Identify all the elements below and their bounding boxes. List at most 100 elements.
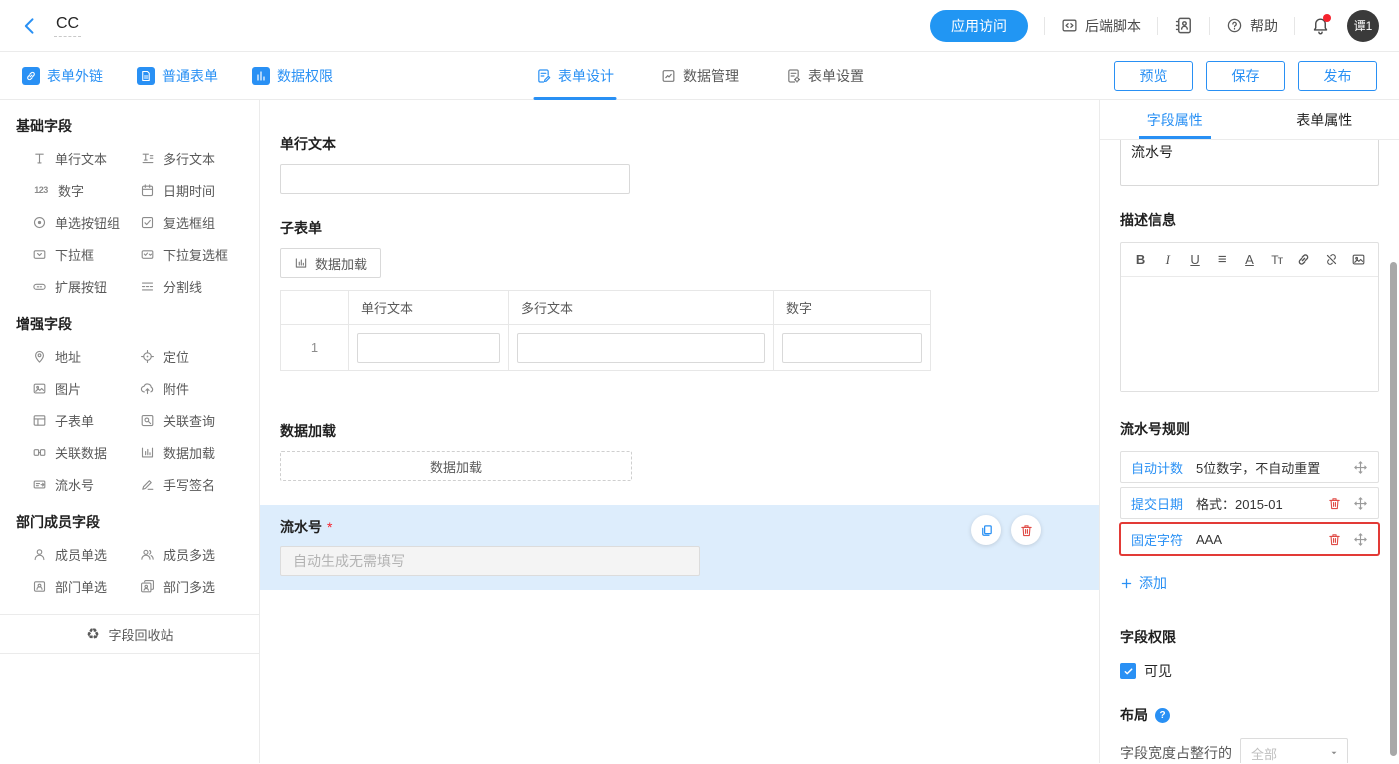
- sidebar-item-checkbox-group[interactable]: 复选框组: [140, 206, 259, 238]
- main-layout: 基础字段单行文本多行文本123数字日期时间单选按钮组复选框组下拉框下拉复选框扩展…: [0, 100, 1399, 763]
- notification-bell-icon[interactable]: [1311, 16, 1330, 35]
- sidebar-item-signature[interactable]: 手写签名: [140, 468, 259, 500]
- sidebar-item-number[interactable]: 123数字: [32, 174, 140, 206]
- unlink-icon[interactable]: [1321, 250, 1341, 270]
- field-subform[interactable]: 子表单 数据加载 单行文本 多行文本 数字 1: [280, 218, 1079, 371]
- rule-type-link[interactable]: 提交日期: [1131, 494, 1183, 513]
- data-permission-button[interactable]: 数据权限: [252, 66, 333, 86]
- description-label: 描述信息: [1120, 210, 1379, 230]
- tab-field-properties[interactable]: 字段属性: [1100, 100, 1250, 139]
- rule-row-fixed-chars-highlighted[interactable]: 固定字符 AAA: [1120, 523, 1379, 555]
- sidebar-item-radio-group[interactable]: 单选按钮组: [32, 206, 140, 238]
- sidebar-item-input-text[interactable]: 单行文本: [32, 142, 140, 174]
- trash-icon[interactable]: [1327, 496, 1342, 511]
- contacts-button[interactable]: [1174, 16, 1193, 35]
- layout-help-icon[interactable]: ?: [1155, 708, 1170, 723]
- rich-text-content[interactable]: [1121, 277, 1378, 391]
- sidebar-item-serial[interactable]: 流水号: [32, 468, 140, 500]
- field-width-select[interactable]: 全部: [1240, 738, 1348, 763]
- move-icon[interactable]: [1353, 460, 1368, 475]
- check-icon: [1123, 666, 1134, 677]
- field-width-label: 字段宽度占整行的: [1120, 743, 1232, 763]
- subform-data-load-button[interactable]: 数据加载: [280, 248, 381, 278]
- sidebar-item-image[interactable]: 图片: [32, 372, 140, 404]
- image-icon[interactable]: [1348, 250, 1368, 270]
- tab-form-design[interactable]: 表单设计: [533, 52, 616, 100]
- field-serial-number-selected[interactable]: 流水号*: [260, 505, 1099, 590]
- visible-checkbox[interactable]: [1120, 663, 1136, 679]
- form-title[interactable]: CC: [54, 14, 81, 37]
- app-access-button[interactable]: 应用访问: [930, 10, 1028, 42]
- sidebar-item-member-single[interactable]: 成员单选: [32, 538, 140, 570]
- sidebar-item-address[interactable]: 地址: [32, 340, 140, 372]
- subform-cell-input[interactable]: [782, 333, 922, 363]
- visible-checkbox-row[interactable]: 可见: [1120, 661, 1379, 681]
- normal-form-button[interactable]: 普通表单: [137, 66, 218, 86]
- back-icon[interactable]: [20, 16, 40, 36]
- subform-index-header: [281, 291, 349, 325]
- move-icon[interactable]: [1353, 532, 1368, 547]
- sidebar-item-textarea[interactable]: 多行文本: [140, 142, 259, 174]
- divider: [1044, 17, 1045, 35]
- tab-form-properties[interactable]: 表单属性: [1250, 100, 1399, 139]
- recycle-icon: ♻: [85, 627, 100, 642]
- data-load-icon: [140, 445, 155, 460]
- form-design-icon: [535, 68, 551, 84]
- single-line-text-input[interactable]: [280, 164, 630, 194]
- sidebar-item-dept-single[interactable]: 部门单选: [32, 570, 140, 602]
- sidebar-item-lookup[interactable]: 关联查询: [140, 404, 259, 436]
- rule-type-link[interactable]: 固定字符: [1131, 530, 1183, 549]
- expand-button-icon: [32, 279, 47, 294]
- avatar[interactable]: 谭1: [1347, 10, 1379, 42]
- publish-button[interactable]: 发布: [1298, 61, 1377, 91]
- field-title-input[interactable]: 流水号: [1120, 140, 1379, 186]
- subform-cell-input[interactable]: [357, 333, 500, 363]
- sidebar-item-subform[interactable]: 子表单: [32, 404, 140, 436]
- sidebar-item-data-load[interactable]: 数据加载: [140, 436, 259, 468]
- tab-form-settings[interactable]: 表单设置: [783, 52, 866, 100]
- serial-number-input[interactable]: [280, 546, 700, 576]
- subform-cell-input[interactable]: [517, 333, 765, 363]
- sidebar-item-datetime[interactable]: 日期时间: [140, 174, 259, 206]
- data-load-trigger-button[interactable]: 数据加载: [280, 451, 632, 481]
- italic-icon[interactable]: I: [1158, 250, 1178, 270]
- field-data-load[interactable]: 数据加载 数据加载: [280, 421, 1079, 481]
- preview-button[interactable]: 预览: [1114, 61, 1193, 91]
- external-link-button[interactable]: 表单外链: [22, 66, 103, 86]
- sidebar-item-multiselect[interactable]: 下拉复选框: [140, 238, 259, 270]
- sidebar-item-label: 单选按钮组: [55, 213, 120, 232]
- underline-icon[interactable]: U: [1185, 250, 1205, 270]
- copy-field-button[interactable]: [971, 515, 1001, 545]
- sidebar-item-divider[interactable]: 分割线: [140, 270, 259, 302]
- delete-field-button[interactable]: [1011, 515, 1041, 545]
- sidebar-item-expand-button[interactable]: 扩展按钮: [32, 270, 140, 302]
- bar-chart-icon: [252, 67, 270, 85]
- sidebar-section-title: 部门成员字段: [0, 512, 259, 532]
- help-button[interactable]: 帮助: [1226, 16, 1278, 36]
- panel-scrollbar-thumb[interactable]: [1390, 262, 1397, 756]
- sidebar-item-linked-data[interactable]: 关联数据: [32, 436, 140, 468]
- bold-icon[interactable]: B: [1131, 250, 1151, 270]
- align-icon[interactable]: ≡: [1212, 250, 1232, 270]
- font-size-icon[interactable]: Tт: [1267, 250, 1287, 270]
- sidebar-item-member-multi[interactable]: 成员多选: [140, 538, 259, 570]
- link-icon[interactable]: [1294, 250, 1314, 270]
- sidebar-item-attachment[interactable]: 附件: [140, 372, 259, 404]
- field-recycle-bin[interactable]: ♻ 字段回收站: [0, 614, 259, 654]
- tab-data-manage[interactable]: 数据管理: [658, 52, 741, 100]
- save-button[interactable]: 保存: [1206, 61, 1285, 91]
- linked-data-icon: [32, 445, 47, 460]
- rule-type-link[interactable]: 自动计数: [1131, 458, 1183, 477]
- rule-row-auto-count[interactable]: 自动计数 5位数字，不自动重置: [1120, 451, 1379, 483]
- rule-row-submit-date[interactable]: 提交日期 格式：2015-01: [1120, 487, 1379, 519]
- sidebar-item-select[interactable]: 下拉框: [32, 238, 140, 270]
- font-color-icon[interactable]: A: [1239, 250, 1259, 270]
- shortcut-label: 普通表单: [162, 66, 218, 86]
- sidebar-item-locate[interactable]: 定位: [140, 340, 259, 372]
- sidebar-item-dept-multi[interactable]: 部门多选: [140, 570, 259, 602]
- trash-icon[interactable]: [1327, 532, 1342, 547]
- move-icon[interactable]: [1353, 496, 1368, 511]
- field-single-line-text[interactable]: 单行文本: [280, 134, 1079, 194]
- add-rule-button[interactable]: 添加: [1120, 573, 1167, 593]
- backend-script-button[interactable]: 后端脚本: [1061, 16, 1141, 36]
